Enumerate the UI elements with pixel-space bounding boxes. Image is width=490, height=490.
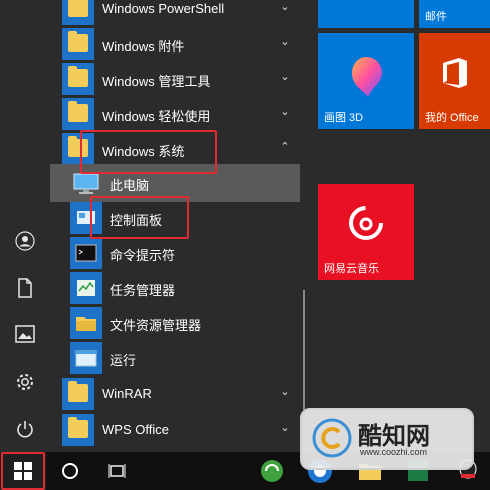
pictures-icon[interactable] (13, 322, 37, 346)
run-icon (70, 342, 102, 374)
folder-icon (68, 381, 88, 402)
list-item-label: Windows 轻松使用 (102, 109, 211, 124)
paint3d-icon (352, 57, 382, 97)
tile-label: 网易云音乐 (324, 263, 379, 275)
tile-blank[interactable] (318, 0, 414, 28)
green-app-icon[interactable] (252, 452, 292, 490)
folder-icon (68, 417, 88, 438)
list-item-label: Windows 管理工具 (102, 74, 211, 89)
tile-paint3d[interactable]: 画图 3D (318, 33, 414, 129)
tile-label: 我的 Office (425, 112, 479, 124)
file-explorer-icon (70, 307, 102, 339)
highlight-box-windows-system (80, 130, 217, 174)
user-icon[interactable] (13, 229, 37, 253)
settings-icon[interactable] (13, 370, 37, 394)
tile-my-office[interactable]: 我的 Office (419, 33, 490, 129)
chevron-down-icon[interactable]: ⌄ (278, 35, 292, 49)
chevron-down-icon[interactable]: ⌄ (278, 421, 292, 435)
list-item-windows-admin-tools[interactable]: Windows 管理工具 ⌄ (50, 60, 300, 98)
chevron-down-icon[interactable]: ⌄ (278, 0, 292, 14)
tile-label: 邮件 (425, 11, 447, 23)
list-item-label: WinRAR (102, 386, 152, 401)
start-menu-rail (0, 0, 50, 452)
watermark-title: 酷知网 (358, 423, 430, 450)
folder-icon (68, 31, 88, 52)
list-item-windows-powershell[interactable]: Windows PowerShell ⌄ (50, 0, 300, 28)
power-icon[interactable] (13, 417, 37, 441)
list-item-wps-office[interactable]: WPS Office ⌄ (50, 411, 300, 449)
highlight-box-start (1, 452, 45, 490)
watermark-url: www.coozhi.com (360, 447, 428, 457)
tile-label: 画图 3D (324, 112, 364, 124)
list-item-command-prompt[interactable]: 命令提示符 (50, 234, 300, 272)
cortana-search-icon[interactable] (48, 452, 92, 490)
tile-netease-music[interactable]: 网易云音乐 (318, 184, 414, 280)
chevron-up-icon[interactable]: ⌃ (278, 140, 292, 154)
task-manager-icon (70, 272, 102, 304)
command-prompt-icon (70, 237, 102, 269)
list-item-label: 此电脑 (110, 178, 150, 193)
list-item-file-explorer[interactable]: 文件资源管理器 (50, 304, 300, 342)
chevron-down-icon[interactable]: ⌄ (278, 70, 292, 84)
tile-mail[interactable]: 邮件 (419, 0, 490, 28)
office-icon (443, 58, 467, 88)
document-icon[interactable] (13, 276, 37, 300)
list-item-label: WPS Office (102, 422, 169, 437)
list-item-run[interactable]: 运行 (50, 339, 300, 377)
watermark: 酷知网 www.coozhi.com (300, 408, 474, 470)
list-item-label: Windows PowerShell (102, 1, 225, 16)
list-item-label: 运行 (110, 353, 137, 368)
list-item-label: 命令提示符 (110, 248, 176, 263)
list-item-windows-ease-of-access[interactable]: Windows 轻松使用 ⌄ (50, 95, 300, 133)
list-item-windows-accessories[interactable]: Windows 附件 ⌄ (50, 25, 300, 63)
chevron-down-icon[interactable]: ⌄ (278, 385, 292, 399)
folder-icon (68, 66, 88, 87)
task-view-icon[interactable] (95, 452, 139, 490)
list-item-label: Windows 附件 (102, 39, 185, 54)
list-item-label: 任务管理器 (110, 283, 176, 298)
scrollbar[interactable] (303, 290, 305, 410)
netease-music-icon (349, 206, 383, 240)
list-item-task-manager[interactable]: 任务管理器 (50, 269, 300, 307)
list-item-winrar[interactable]: WinRAR ⌄ (50, 375, 300, 413)
list-item-label: 文件资源管理器 (110, 318, 202, 333)
folder-icon (68, 0, 88, 17)
highlight-box-control-panel (90, 196, 189, 239)
chevron-down-icon[interactable]: ⌄ (278, 105, 292, 119)
watermark-logo (312, 418, 352, 458)
folder-icon (68, 101, 88, 122)
